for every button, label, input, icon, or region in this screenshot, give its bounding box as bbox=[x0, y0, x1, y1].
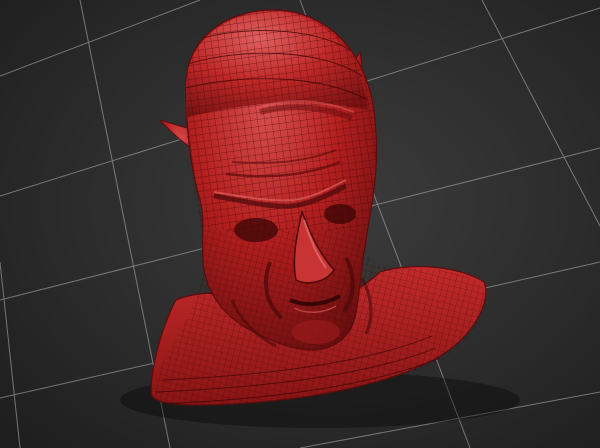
viewport-canvas[interactable] bbox=[0, 0, 600, 448]
3d-viewport[interactable] bbox=[0, 0, 600, 448]
